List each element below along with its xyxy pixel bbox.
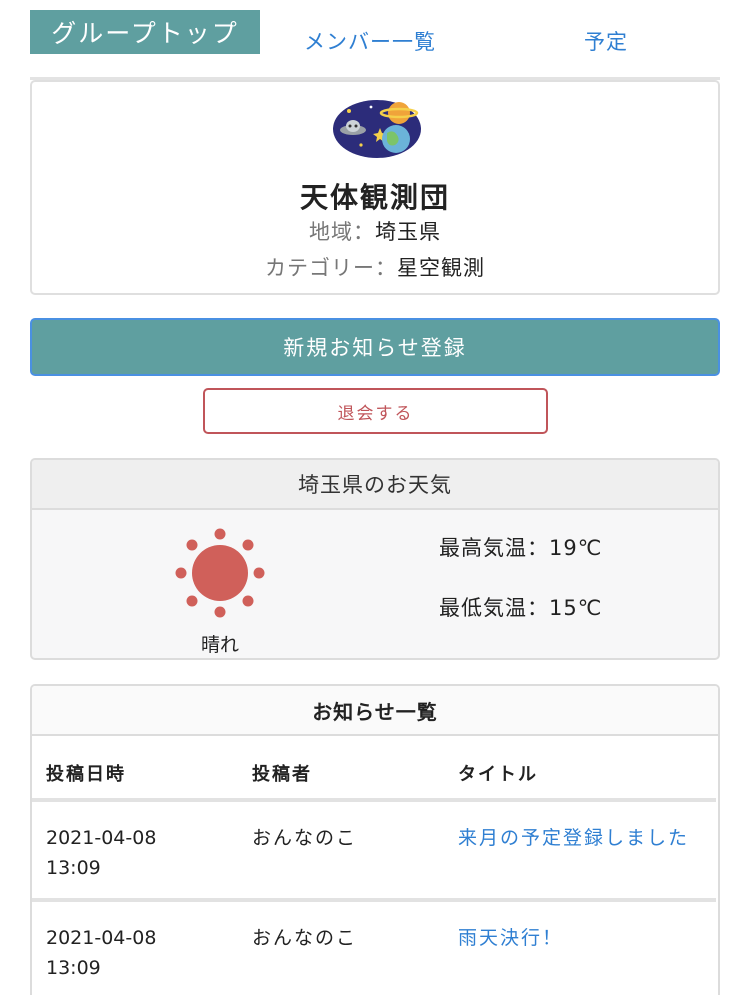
- column-header-title: タイトル: [458, 764, 538, 785]
- region-label: 地域：: [309, 220, 375, 244]
- page: グループトップ メンバー一覧 予定 天体観測団 地域：埼玉県 カテゴリー：星空観…: [0, 0, 750, 995]
- tab-schedule[interactable]: 予定: [584, 26, 628, 56]
- notice-date: 2021-04-08: [46, 827, 157, 849]
- notice-list-card: お知らせ一覧 投稿日時 投稿者 タイトル 2021-04-08 13:09 おん…: [30, 684, 720, 995]
- notice-time: 13:09: [46, 857, 101, 879]
- weather-condition: 晴れ: [200, 634, 239, 656]
- table-header-divider: [32, 798, 716, 802]
- column-header-date: 投稿日時: [46, 764, 126, 785]
- notice-author: おんなのこ: [252, 927, 358, 949]
- group-name: 天体観測団: [299, 181, 450, 214]
- category-label: カテゴリー：: [265, 256, 397, 280]
- sun-icon: [169, 522, 271, 624]
- column-header-author: 投稿者: [252, 764, 312, 785]
- group-nav-tabs: グループトップ メンバー一覧 予定: [30, 10, 720, 76]
- tab-group-top[interactable]: グループトップ: [30, 10, 260, 54]
- weather-heading: 埼玉県のお天気: [32, 460, 718, 510]
- tab-member-list[interactable]: メンバー一覧: [304, 26, 436, 56]
- group-region: 地域：埼玉県: [32, 216, 718, 246]
- notice-title-link[interactable]: 雨天決行！: [458, 923, 563, 953]
- notice-date: 2021-04-08: [46, 927, 157, 949]
- new-notice-button[interactable]: 新規お知らせ登録: [30, 318, 720, 376]
- max-temperature: 最高気温：19℃: [439, 536, 603, 560]
- table-row-divider: [32, 898, 716, 902]
- group-info-card: 天体観測団 地域：埼玉県 カテゴリー：星空観測: [30, 80, 720, 295]
- notice-datetime: 2021-04-08 13:09: [46, 923, 206, 983]
- category-value: 星空観測: [397, 256, 485, 280]
- region-value: 埼玉県: [375, 220, 441, 244]
- leave-group-button[interactable]: 退会する: [203, 388, 548, 434]
- notice-title-link[interactable]: 来月の予定登録しました: [458, 823, 689, 853]
- notice-datetime: 2021-04-08 13:09: [46, 823, 206, 883]
- weather-card: 埼玉県のお天気 晴れ 最高気温：19℃ 最低気温：15℃: [30, 458, 720, 660]
- notice-list-heading: お知らせ一覧: [32, 686, 718, 736]
- notice-author: おんなのこ: [252, 827, 358, 849]
- notice-time: 13:09: [46, 957, 101, 979]
- space-planet-ufo-icon: [331, 97, 423, 159]
- group-category: カテゴリー：星空観測: [32, 252, 718, 282]
- min-temperature: 最低気温：15℃: [439, 596, 603, 620]
